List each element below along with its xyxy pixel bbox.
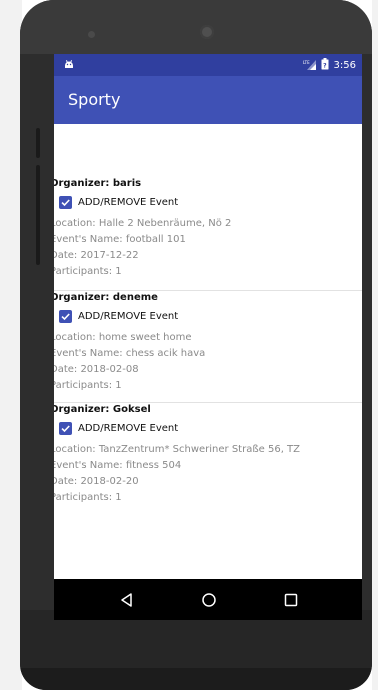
event-date: Date: 2017-12-22 (54, 250, 139, 261)
svg-text:?: ? (323, 63, 327, 70)
home-icon[interactable] (200, 591, 218, 609)
phone-top (20, 0, 372, 54)
event-name: Event's Name: chess acik hava (54, 348, 206, 359)
event-participants: Participants: 1 (54, 380, 122, 391)
android-notification-icon (64, 60, 74, 70)
event-date: Date: 2018-02-20 (54, 476, 139, 487)
event-participants: Participants: 1 (54, 266, 122, 277)
app-title: Sporty (68, 90, 121, 109)
status-icons: LTE ? 3:56 (303, 58, 356, 73)
checkbox-label[interactable]: ADD/REMOVE Event (78, 311, 178, 322)
event-organizer: Organizer: Goksel (54, 404, 151, 415)
add-remove-event-toggle[interactable]: ADD/REMOVE Event (59, 194, 178, 210)
checkbox-label[interactable]: ADD/REMOVE Event (78, 423, 178, 434)
background-left (0, 0, 22, 690)
divider (54, 290, 362, 291)
recents-icon[interactable] (282, 591, 300, 609)
event-location: Location: TanzZentrum* Schweriner Straße… (54, 444, 301, 455)
system-navigation-bar (54, 579, 362, 620)
front-camera (200, 25, 214, 39)
event-date: Date: 2018-02-08 (54, 364, 139, 375)
checkbox-checked[interactable] (59, 421, 72, 435)
svg-text:LTE: LTE (303, 60, 310, 65)
event-list: Organizer: baris ADD/REMOVE Event Locati… (54, 124, 362, 579)
device-screen: LTE ? 3:56 Sporty Organizer: baris ADD/R… (54, 54, 362, 620)
event-organizer: Organizer: baris (54, 178, 142, 189)
add-remove-event-toggle[interactable]: ADD/REMOVE Event (59, 420, 178, 436)
divider (54, 402, 362, 403)
event-location: Location: Halle 2 Nebenräume, Nö 2 (54, 218, 232, 229)
battery-icon: ? (321, 58, 329, 73)
background-right (372, 0, 378, 690)
add-remove-event-toggle[interactable]: ADD/REMOVE Event (59, 308, 178, 324)
status-time: 3:56 (333, 60, 356, 71)
app-toolbar: Sporty (54, 76, 362, 124)
event-participants: Participants: 1 (54, 492, 122, 503)
phone-side-button (36, 128, 40, 158)
signal-icon: LTE (303, 59, 316, 73)
event-organizer: Organizer: deneme (54, 292, 158, 303)
event-name: Event's Name: fitness 504 (54, 460, 182, 471)
checkbox-label[interactable]: ADD/REMOVE Event (78, 197, 178, 208)
earpiece-speaker (88, 31, 95, 38)
checkbox-checked[interactable] (59, 195, 72, 209)
status-bar: LTE ? 3:56 (54, 54, 362, 76)
phone-bottom-edge (20, 668, 372, 690)
checkbox-checked[interactable] (59, 309, 72, 323)
phone-volume-button (36, 165, 40, 265)
back-icon[interactable] (118, 591, 136, 609)
event-location: Location: home sweet home (54, 332, 192, 343)
event-name: Event's Name: football 101 (54, 234, 186, 245)
